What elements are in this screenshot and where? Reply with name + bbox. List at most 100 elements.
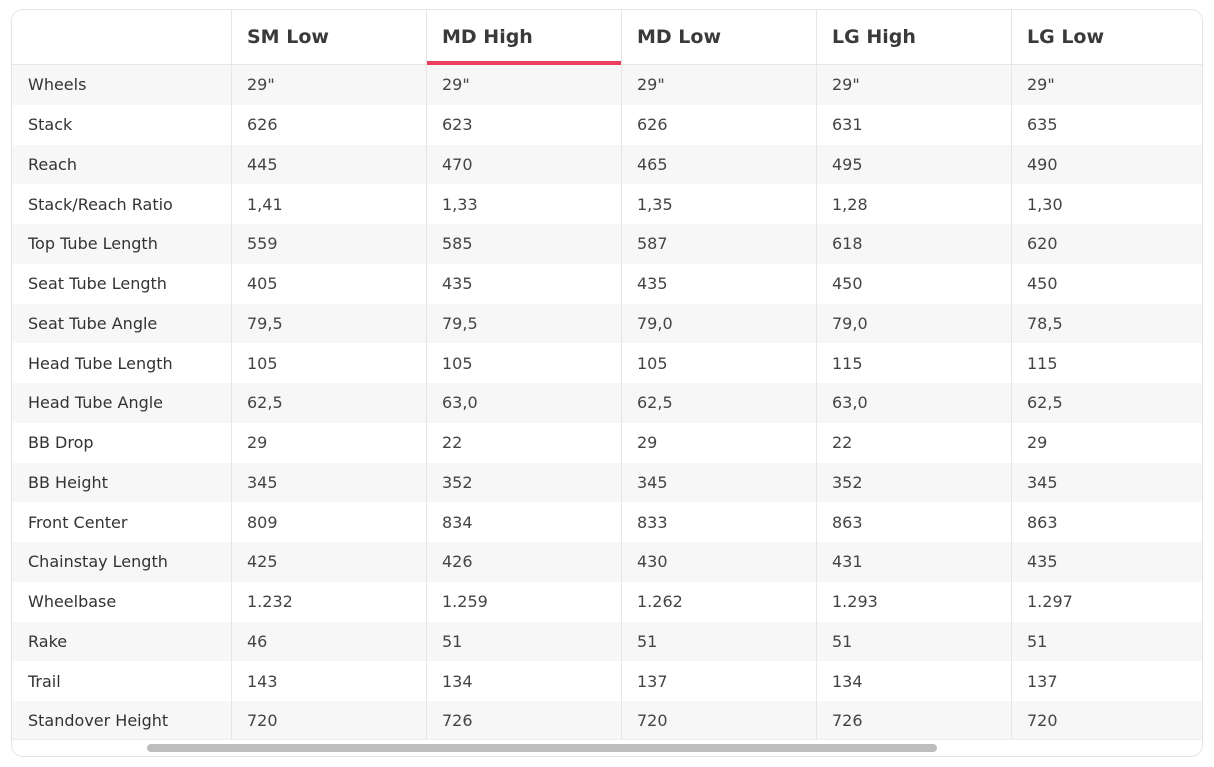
row-label: Seat Tube Length xyxy=(12,263,232,304)
row-label: Seat Tube Angle xyxy=(12,303,232,344)
table-cell: 1.262 xyxy=(622,581,817,622)
table-row: Reach 445 470 465 495 490 xyxy=(12,144,1202,185)
table-cell: 426 xyxy=(427,542,622,582)
table-cell: 345 xyxy=(232,462,427,503)
geometry-table-container: SM Low MD High MD Low LG High LG Low Whe… xyxy=(11,9,1203,757)
table-row: Head Tube Length 105 105 105 115 115 xyxy=(12,343,1202,383)
table-row: Seat Tube Length 405 435 435 450 450 xyxy=(12,263,1202,304)
table-cell: 352 xyxy=(427,462,622,503)
table-cell: 618 xyxy=(817,224,1012,264)
table-cell: 720 xyxy=(1027,711,1058,731)
table-cell: 29 xyxy=(622,422,817,463)
table-cell: 105 xyxy=(427,343,622,383)
table-cell: 863 xyxy=(817,502,1012,542)
header-corner-cell xyxy=(12,10,232,64)
table-row: Rake 46 51 51 51 51 xyxy=(12,621,1202,662)
row-label: Head Tube Angle xyxy=(12,383,232,423)
table-cell: 78,5 xyxy=(1027,313,1063,333)
row-label: Wheelbase xyxy=(12,581,232,622)
table-cell: 134 xyxy=(817,661,1012,701)
table-cell: 587 xyxy=(622,224,817,264)
header-size-md-low[interactable]: MD Low xyxy=(622,10,817,64)
table-cell: 1,35 xyxy=(622,184,817,224)
table-cell: 63,0 xyxy=(817,383,1012,423)
table-cell: 143 xyxy=(232,661,427,701)
horizontal-scrollbar[interactable] xyxy=(12,739,1202,756)
table-cell: 29" xyxy=(1027,75,1055,95)
table-cell: 62,5 xyxy=(1027,393,1063,413)
table-cell: 29" xyxy=(427,65,622,105)
table-row: Trail 143 134 137 134 137 xyxy=(12,661,1202,701)
table-body: Wheels 29" 29" 29" 29" 29" Stack 626 623 626 631 63… xyxy=(12,65,1202,741)
row-label: Standover Height xyxy=(12,701,232,741)
row-label: Front Center xyxy=(12,502,232,542)
table-cell: 720 xyxy=(622,701,817,741)
table-cell: 137 xyxy=(622,661,817,701)
table-cell: 1.232 xyxy=(232,581,427,622)
table-cell: 79,0 xyxy=(622,303,817,344)
table-cell: 22 xyxy=(817,422,1012,463)
table-cell: 1.293 xyxy=(817,581,1012,622)
header-size-sm-low[interactable]: SM Low xyxy=(232,10,427,64)
table-cell: 435 xyxy=(622,263,817,304)
table-cell: 445 xyxy=(232,144,427,185)
table-header-row: SM Low MD High MD Low LG High LG Low xyxy=(12,10,1202,65)
table-cell: 450 xyxy=(817,263,1012,304)
table-row: Top Tube Length 559 585 587 618 620 xyxy=(12,224,1202,264)
table-cell: 105 xyxy=(622,343,817,383)
table-row: Stack/Reach Ratio 1,41 1,33 1,35 1,28 1,30 xyxy=(12,184,1202,224)
table-row: Standover Height 720 726 720 726 720 xyxy=(12,701,1202,741)
table-cell: 1.297 xyxy=(1027,592,1073,612)
table-cell: 51 xyxy=(817,621,1012,662)
table-cell: 585 xyxy=(427,224,622,264)
table-cell: 134 xyxy=(427,661,622,701)
table-cell: 490 xyxy=(1027,154,1058,174)
table-cell: 635 xyxy=(1027,115,1058,135)
header-size-lg-high[interactable]: LG High xyxy=(817,10,1012,64)
row-label: Head Tube Length xyxy=(12,343,232,383)
table-row: Stack 626 623 626 631 635 xyxy=(12,104,1202,145)
row-label: Stack/Reach Ratio xyxy=(12,184,232,224)
table-cell: 29 xyxy=(232,422,427,463)
table-row: Front Center 809 834 833 863 863 xyxy=(12,502,1202,542)
geometry-table: SM Low MD High MD Low LG High LG Low Whe… xyxy=(12,10,1202,741)
table-cell: 51 xyxy=(427,621,622,662)
table-row: Chainstay Length 425 426 430 431 435 xyxy=(12,542,1202,582)
table-cell: 29 xyxy=(1027,433,1048,453)
table-cell: 137 xyxy=(1027,671,1058,691)
table-cell: 62,5 xyxy=(232,383,427,423)
row-label: Chainstay Length xyxy=(12,542,232,582)
horizontal-scrollbar-thumb[interactable] xyxy=(147,744,937,752)
row-label: Wheels xyxy=(12,65,232,105)
table-cell: 345 xyxy=(622,462,817,503)
table-cell: 495 xyxy=(817,144,1012,185)
table-cell: 623 xyxy=(427,104,622,145)
table-cell: 809 xyxy=(232,502,427,542)
row-label: Top Tube Length xyxy=(12,224,232,264)
row-label: Reach xyxy=(12,144,232,185)
table-cell: 435 xyxy=(427,263,622,304)
table-cell: 115 xyxy=(1027,353,1058,373)
header-size-lg-low[interactable]: LG Low xyxy=(1012,10,1202,64)
table-cell: 620 xyxy=(1027,234,1058,254)
table-row: Wheels 29" 29" 29" 29" 29" xyxy=(12,65,1202,105)
table-cell: 626 xyxy=(232,104,427,145)
table-cell: 405 xyxy=(232,263,427,304)
table-cell: 431 xyxy=(817,542,1012,582)
row-label: Trail xyxy=(12,661,232,701)
table-row: BB Drop 29 22 29 22 29 xyxy=(12,422,1202,463)
row-label: Stack xyxy=(12,104,232,145)
table-cell: 626 xyxy=(622,104,817,145)
table-row: Seat Tube Angle 79,5 79,5 79,0 79,0 78,5 xyxy=(12,303,1202,344)
table-cell: 425 xyxy=(232,542,427,582)
table-row: Head Tube Angle 62,5 63,0 62,5 63,0 62,5 xyxy=(12,383,1202,423)
table-cell: 450 xyxy=(1027,274,1058,294)
table-cell: 105 xyxy=(232,343,427,383)
table-cell: 1.259 xyxy=(427,581,622,622)
table-cell: 631 xyxy=(817,104,1012,145)
table-cell: 1,33 xyxy=(427,184,622,224)
table-cell: 720 xyxy=(232,701,427,741)
header-size-md-high[interactable]: MD High xyxy=(427,10,622,65)
table-cell: 465 xyxy=(622,144,817,185)
table-cell: 352 xyxy=(817,462,1012,503)
